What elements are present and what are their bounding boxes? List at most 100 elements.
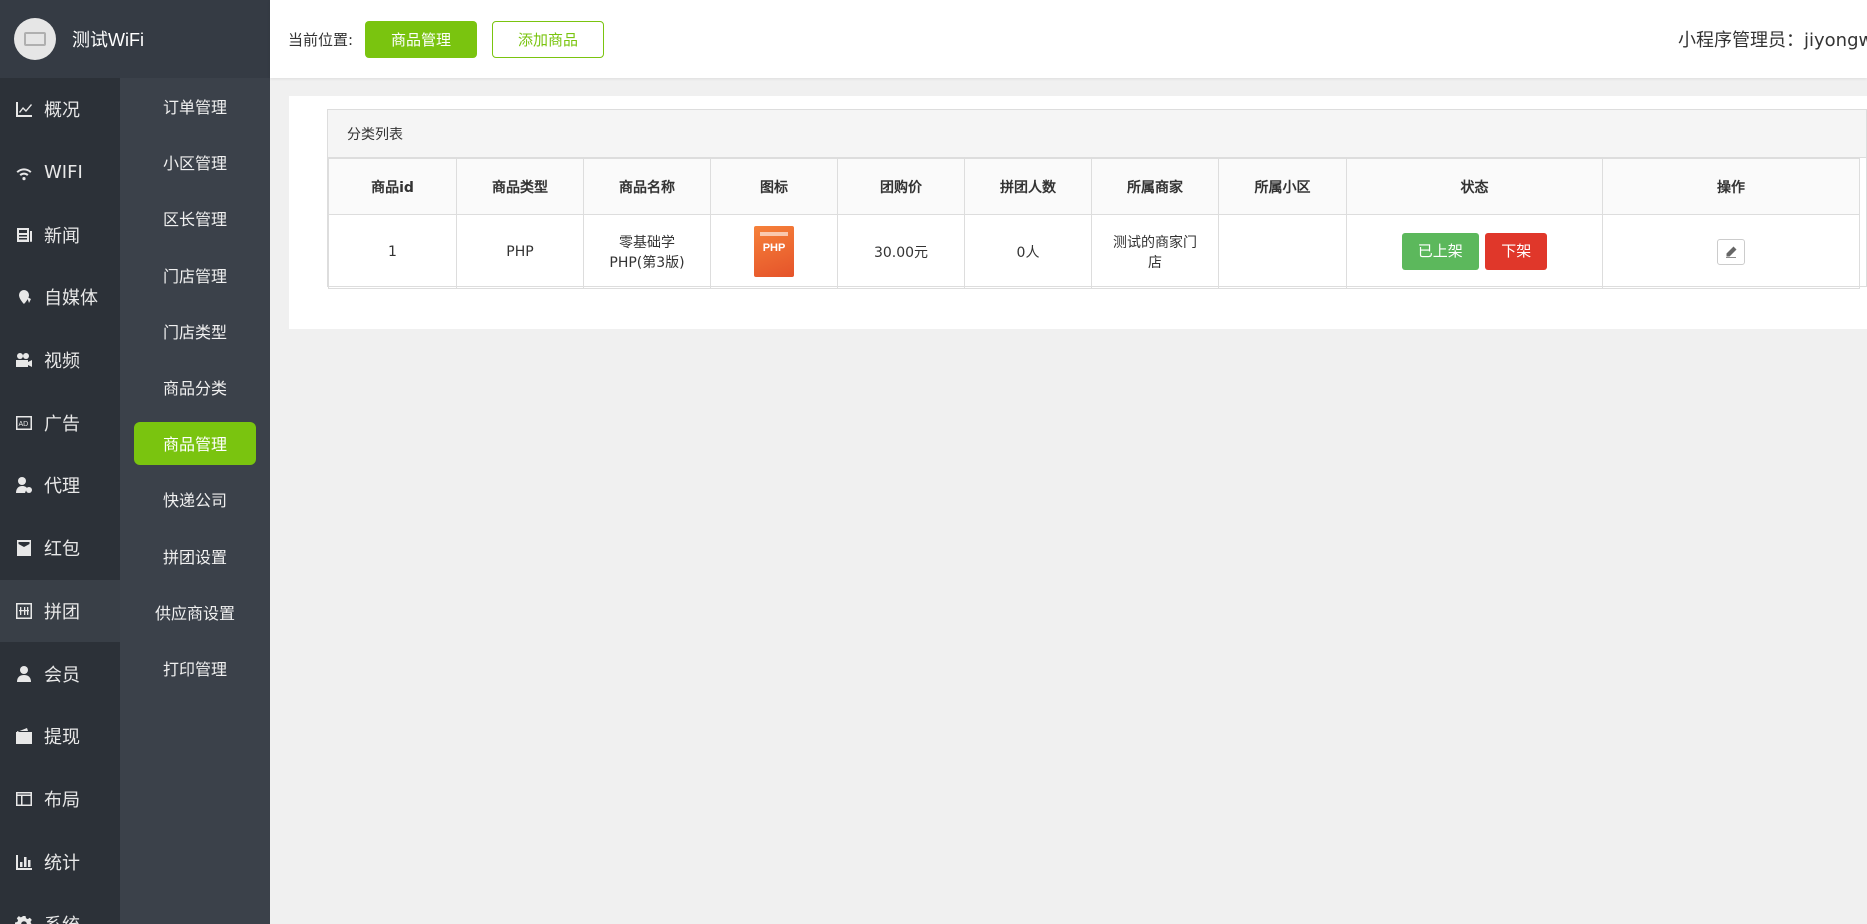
product-cover-image[interactable]: PHP — [754, 226, 794, 277]
sub-item-label: 门店管理 — [162, 266, 227, 286]
sub-item-label: 区长管理 — [162, 210, 227, 230]
nav-item-red-envelope[interactable]: 红包 — [0, 517, 120, 580]
delist-button[interactable]: 下架 — [1485, 233, 1548, 270]
nav-item-news[interactable]: 新闻 — [0, 203, 120, 266]
product-table-box: 分类列表 商品id 商品类型 商品名称 图标 团购价 拼团人数 所属商家 所属小… — [327, 109, 1867, 289]
sub-item-label: 门店类型 — [162, 322, 227, 342]
cell-status: 已上架 下架 — [1346, 214, 1603, 289]
sub-item-product-categories[interactable]: 商品分类 — [120, 359, 270, 415]
sub-item-label: 打印管理 — [162, 659, 227, 679]
cell-cover: PHP — [710, 214, 838, 289]
table-row: 1 PHP 零基础学 PHP(第3版) PHP 30.00元 0人 测试的商家门… — [328, 214, 1860, 289]
content-panel: 分类列表 商品id 商品类型 商品名称 图标 团购价 拼团人数 所属商家 所属小… — [289, 96, 1867, 329]
group-buy-icon — [14, 601, 34, 621]
layout-icon — [14, 789, 34, 809]
sub-item-products[interactable]: 商品管理 — [120, 415, 270, 471]
nav-item-label: 自媒体 — [44, 288, 98, 310]
image-icon — [24, 32, 46, 46]
nav-item-ads[interactable]: AD 广告 — [0, 391, 120, 454]
gear-icon — [14, 914, 34, 924]
nav-item-statistics[interactable]: 统计 — [0, 830, 120, 893]
table-header-row: 商品id 商品类型 商品名称 图标 团购价 拼团人数 所属商家 所属小区 状态 … — [328, 158, 1860, 215]
name-line: PHP(第3版) — [609, 254, 685, 271]
wallet-icon — [14, 726, 34, 746]
secondary-sidebar: 订单管理 小区管理 区长管理 门店管理 门店类型 商品分类 商品管理 快递公司 … — [120, 78, 270, 924]
nav-item-label: 广告 — [44, 413, 80, 435]
column-header: 团购价 — [837, 158, 965, 215]
ad-icon: AD — [14, 413, 34, 433]
nav-item-media[interactable]: 自媒体 — [0, 266, 120, 329]
nav-item-agent[interactable]: 代理 — [0, 454, 120, 517]
column-header: 图标 — [710, 158, 838, 215]
sub-item-group-settings[interactable]: 拼团设置 — [120, 528, 270, 584]
sub-item-couriers[interactable]: 快递公司 — [120, 471, 270, 527]
admin-username: 小程序管理员：jiyongwei — [1678, 30, 1867, 51]
cell-id: 1 — [328, 214, 457, 289]
nav-item-group-buy[interactable]: 拼团 — [0, 579, 120, 643]
column-header: 状态 — [1346, 158, 1603, 215]
name-line: 零基础学 — [619, 234, 675, 251]
sub-item-supplier-settings[interactable]: 供应商设置 — [120, 584, 270, 640]
cell-type: PHP — [456, 214, 584, 289]
brand-avatar[interactable] — [14, 18, 56, 60]
merchant-line: 店 — [1148, 254, 1162, 271]
sub-item-communities[interactable]: 小区管理 — [120, 134, 270, 190]
nav-item-label: 系统 — [44, 911, 80, 924]
nav-item-label: 布局 — [44, 789, 80, 811]
sub-item-label: 订单管理 — [162, 98, 227, 118]
pencil-icon — [1726, 246, 1737, 258]
nav-item-label: 会员 — [44, 664, 80, 686]
nav-item-label: 新闻 — [44, 225, 80, 247]
product-table: 商品id 商品类型 商品名称 图标 团购价 拼团人数 所属商家 所属小区 状态 … — [328, 158, 1860, 289]
cell-group-size: 0人 — [964, 214, 1092, 289]
sub-item-label: 商品管理 — [134, 421, 256, 465]
media-icon — [14, 287, 34, 307]
column-header: 商品id — [328, 158, 457, 215]
wifi-icon — [14, 162, 34, 182]
nav-item-overview[interactable]: 概况 — [0, 78, 120, 141]
sub-item-print[interactable]: 打印管理 — [120, 640, 270, 696]
newspaper-icon — [14, 225, 34, 245]
current-page-button[interactable]: 商品管理 — [365, 21, 477, 58]
nav-item-layout[interactable]: 布局 — [0, 768, 120, 831]
sub-item-store-types[interactable]: 门店类型 — [120, 303, 270, 359]
brand-header: 测试WiFi — [0, 0, 270, 78]
edit-button[interactable] — [1717, 238, 1745, 265]
agent-icon — [14, 475, 34, 495]
nav-item-label: 拼团 — [44, 601, 80, 623]
nav-item-withdraw[interactable]: 提现 — [0, 705, 120, 768]
column-header: 拼团人数 — [964, 158, 1092, 215]
sub-item-label: 小区管理 — [162, 154, 227, 174]
nav-item-video[interactable]: 视频 — [0, 329, 120, 392]
column-header: 所属小区 — [1218, 158, 1347, 215]
nav-item-label: 红包 — [44, 539, 80, 561]
nav-item-wifi[interactable]: WIFI — [0, 141, 120, 204]
breadcrumb-label: 当前位置: — [288, 31, 354, 49]
add-product-button[interactable]: 添加商品 — [492, 21, 604, 58]
brand-title: 测试WiFi — [72, 30, 144, 50]
video-icon — [14, 350, 34, 370]
nav-item-members[interactable]: 会员 — [0, 642, 120, 705]
sub-item-orders[interactable]: 订单管理 — [120, 78, 270, 134]
chart-line-icon — [14, 99, 34, 119]
sub-item-label: 商品分类 — [162, 379, 227, 399]
sub-item-label: 快递公司 — [162, 491, 227, 511]
column-header: 商品类型 — [456, 158, 584, 215]
bar-chart-icon — [14, 852, 34, 872]
sub-item-stores[interactable]: 门店管理 — [120, 247, 270, 303]
cover-text: PHP — [762, 242, 786, 254]
table-caption: 分类列表 — [328, 110, 1866, 158]
nav-item-label: 视频 — [44, 351, 80, 373]
column-header: 商品名称 — [583, 158, 711, 215]
cell-community — [1218, 214, 1347, 289]
nav-item-label: 提现 — [44, 727, 80, 749]
sub-item-label: 拼团设置 — [162, 547, 227, 567]
nav-item-system[interactable]: 系统 — [0, 893, 120, 924]
red-envelope-icon — [14, 538, 34, 558]
cell-name: 零基础学 PHP(第3版) — [583, 214, 711, 289]
listed-button[interactable]: 已上架 — [1401, 233, 1479, 270]
user-icon — [14, 664, 34, 684]
sub-item-district-heads[interactable]: 区长管理 — [120, 190, 270, 246]
merchant-line: 测试的商家门 — [1113, 234, 1197, 251]
cell-price: 30.00元 — [837, 214, 965, 289]
